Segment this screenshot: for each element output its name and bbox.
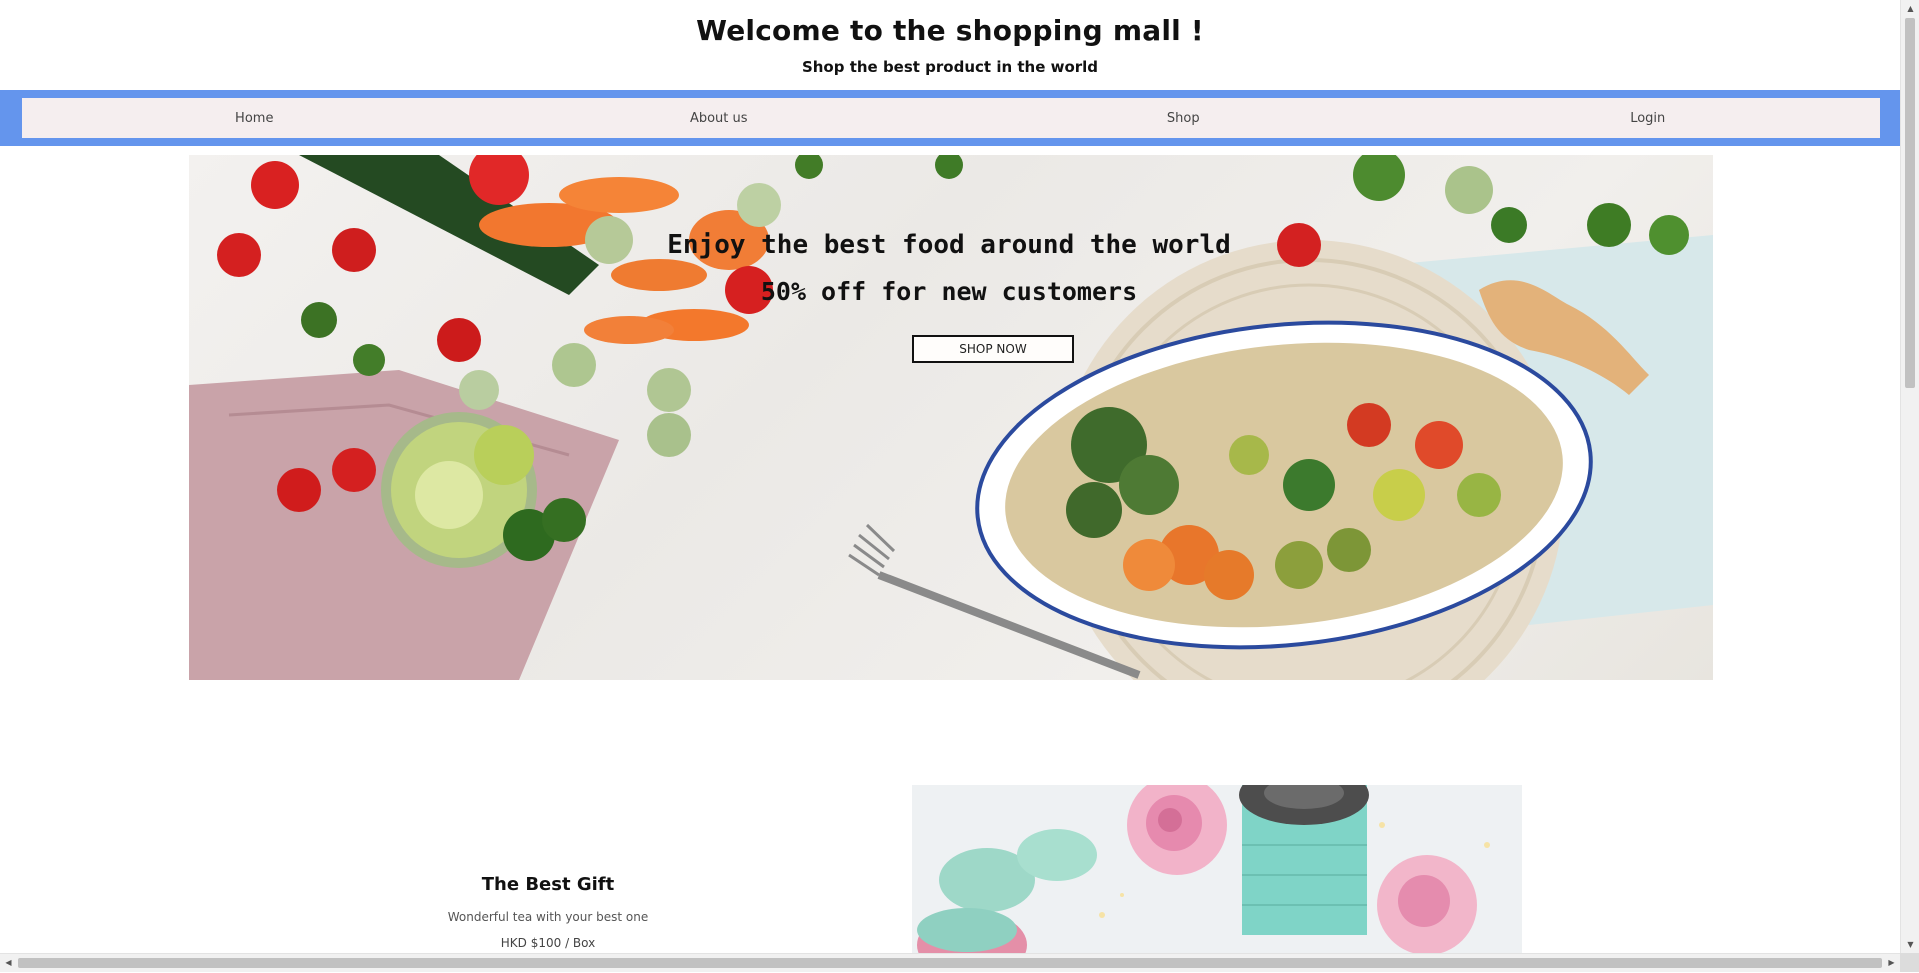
hero-subheading: 50% off for new customers [760, 277, 1138, 306]
arrow-down-icon[interactable]: ▼ [1901, 936, 1919, 953]
nav-item-about-us[interactable]: About us [487, 111, 952, 126]
shop-now-button[interactable]: SHOP NOW [912, 335, 1074, 363]
horizontal-scrollbar[interactable]: ◀ ▶ [0, 953, 1900, 972]
arrow-right-icon[interactable]: ▶ [1883, 954, 1900, 973]
nav-item-home[interactable]: Home [22, 111, 487, 126]
arrow-left-icon[interactable]: ◀ [0, 954, 17, 973]
nav-item-login[interactable]: Login [1416, 111, 1881, 126]
nav-item-shop[interactable]: Shop [951, 111, 1416, 126]
nav-bar: Home About us Shop Login [0, 90, 1900, 146]
product-description: Wonderful tea with your best one [447, 910, 649, 924]
product-name: The Best Gift [481, 874, 615, 895]
page: Welcome to the shopping mall ! Shop the … [0, 0, 1900, 953]
scrollbar-corner [1900, 953, 1919, 972]
page-title: Welcome to the shopping mall ! [696, 14, 1204, 47]
nav-menu: Home About us Shop Login [22, 98, 1880, 138]
arrow-up-icon[interactable]: ▲ [1901, 0, 1919, 17]
page-subtitle: Shop the best product in the world [801, 58, 1099, 76]
product-image[interactable] [912, 785, 1522, 953]
hero-heading: Enjoy the best food around the world [667, 230, 1231, 260]
vertical-scrollbar[interactable]: ▲ ▼ [1900, 0, 1919, 953]
vertical-scroll-thumb[interactable] [1905, 18, 1915, 388]
hero-banner: Enjoy the best food around the world 50%… [189, 155, 1713, 680]
gift-photo [912, 785, 1522, 953]
product-price: HKD $100 / Box [500, 936, 596, 950]
horizontal-scroll-thumb[interactable] [18, 958, 1882, 968]
